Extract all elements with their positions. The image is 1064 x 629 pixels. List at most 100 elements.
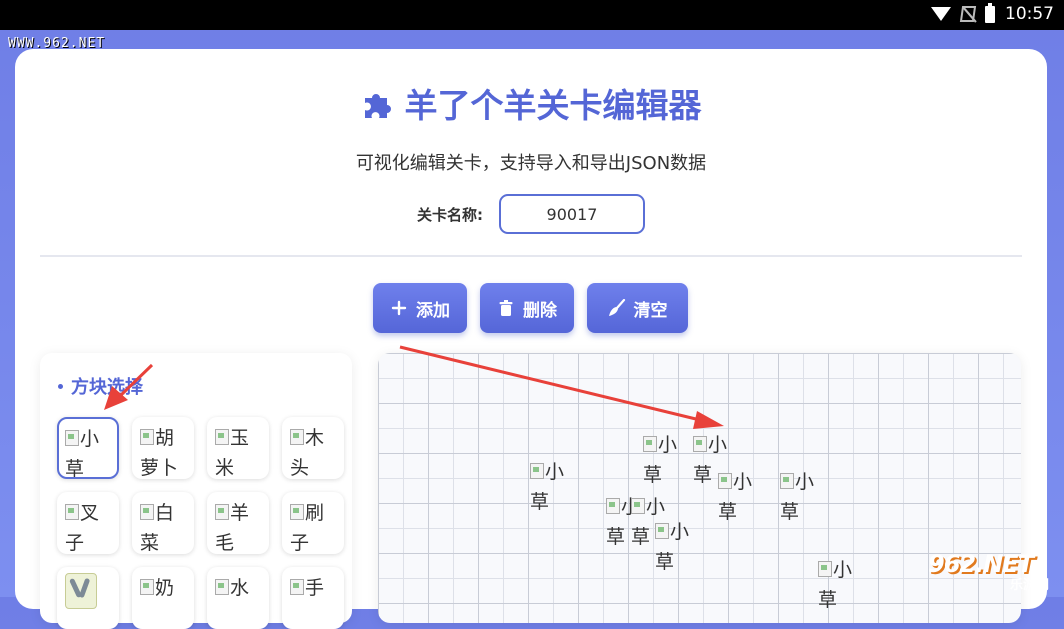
broken-image-icon (290, 429, 304, 445)
placed-block[interactable]: 小草 (718, 467, 770, 527)
page-subtitle: 可视化编辑关卡，支持导入和导出JSON数据 (355, 153, 707, 174)
level-name-row: 关卡名称: (15, 194, 1047, 234)
editor-card: 羊了个羊关卡编辑器 可视化编辑关卡，支持导入和导出JSON数据 关卡名称: 添加… (15, 49, 1047, 629)
block-tile[interactable]: 羊毛 (207, 492, 269, 554)
block-tile[interactable]: 木头 (282, 417, 344, 479)
trash-icon (499, 300, 513, 316)
broken-image-icon (215, 429, 229, 445)
placed-label: 草 (631, 526, 651, 548)
block-tiles: 小草 胡萝卜 玉米 木头 叉子 白菜 羊毛 刷子 奶 水 手 (57, 417, 344, 629)
tile-label: 木 (305, 427, 325, 449)
tile-label: 子 (65, 532, 85, 554)
broken-image-icon (215, 579, 229, 595)
watermark-sub: 乐游网 (1010, 578, 1050, 593)
level-board[interactable]: 小草 小草 小草 小草 小草 小草 小草 小草 小草 (378, 353, 1021, 623)
tile-label: 草 (65, 458, 85, 480)
broken-image-icon (643, 436, 657, 452)
status-time: 10:57 (1005, 4, 1054, 24)
broken-image-icon (140, 579, 154, 595)
block-panel-title: 方块选择 (58, 373, 143, 399)
placed-block[interactable]: 小草 (780, 467, 832, 527)
broken-image-icon (65, 504, 79, 520)
broken-image-icon (140, 504, 154, 520)
level-name-input[interactable] (499, 194, 645, 234)
block-panel: 方块选择 小草 胡萝卜 玉米 木头 叉子 白菜 羊毛 刷子 奶 水 手 (40, 353, 352, 629)
broken-image-icon (655, 523, 669, 539)
puzzle-icon (364, 94, 391, 118)
block-tile[interactable]: 水 (207, 567, 269, 629)
placed-label: 小 (708, 434, 728, 456)
tile-label: 菜 (140, 532, 160, 554)
page-title: 羊了个羊关卡编辑器 (404, 86, 702, 125)
status-bar: 10:57 (0, 0, 1064, 30)
tile-label: 白 (155, 502, 175, 524)
broken-image-icon (718, 473, 732, 489)
placed-label: 草 (530, 491, 550, 513)
broken-image-icon (818, 561, 832, 577)
placed-label: 小 (733, 471, 753, 493)
broken-image-icon (693, 436, 707, 452)
tile-label: 小 (80, 428, 100, 450)
scissors-icon (65, 573, 97, 609)
block-tile[interactable] (57, 567, 119, 629)
broken-image-icon (780, 473, 794, 489)
block-tile[interactable]: 小草 (57, 417, 119, 480)
battery-icon (985, 2, 995, 23)
block-tile[interactable]: 玉米 (207, 417, 269, 479)
tile-label: 叉 (80, 502, 100, 524)
tile-label: 手 (305, 577, 325, 599)
tile-label: 米 (215, 457, 235, 479)
placed-block[interactable]: 小草 (530, 457, 582, 517)
placed-label: 草 (718, 501, 738, 523)
block-tile[interactable]: 白菜 (132, 492, 194, 554)
tile-label: 玉 (230, 427, 250, 449)
placed-label: 小 (658, 434, 678, 456)
placed-label: 小 (795, 471, 815, 493)
plus-icon (391, 300, 407, 316)
broken-image-icon (290, 579, 304, 595)
broken-image-icon (631, 498, 645, 514)
placed-label: 草 (818, 589, 838, 611)
block-tile[interactable]: 叉子 (57, 492, 119, 554)
placed-block[interactable]: 小草 (818, 555, 870, 615)
placed-block[interactable]: 小草 (643, 430, 695, 490)
add-button-label: 添加 (416, 300, 450, 321)
broken-image-icon (140, 429, 154, 445)
tile-label: 毛 (215, 532, 235, 554)
tile-label: 水 (230, 577, 250, 599)
placed-block[interactable]: 小草 (655, 517, 707, 577)
placed-label: 草 (606, 526, 626, 548)
broken-image-icon (606, 498, 620, 514)
level-name-label: 关卡名称: (417, 205, 483, 224)
tile-label: 子 (290, 532, 310, 554)
clear-button[interactable]: 清空 (587, 283, 688, 333)
bullet-dot (58, 383, 63, 389)
no-sim-icon (959, 6, 977, 22)
placed-label: 草 (693, 464, 713, 486)
placed-label: 小 (545, 461, 565, 483)
placed-label: 小 (646, 496, 666, 518)
broken-image-icon (65, 430, 79, 446)
block-tile[interactable]: 刷子 (282, 492, 344, 554)
divider (40, 255, 1022, 257)
tile-label: 胡 (155, 427, 175, 449)
tile-label: 羊 (230, 502, 250, 524)
broken-image-icon (290, 504, 304, 520)
tile-label: 头 (290, 457, 310, 479)
placed-label: 草 (655, 551, 675, 573)
tile-label: 奶 (155, 577, 175, 599)
tile-label: 萝卜 (140, 457, 179, 479)
toolbar: 添加 删除 清空 (373, 283, 688, 333)
block-panel-title-text: 方块选择 (71, 377, 143, 398)
delete-button[interactable]: 删除 (480, 283, 574, 333)
block-tile[interactable]: 奶 (132, 567, 194, 629)
delete-button-label: 删除 (523, 300, 557, 321)
placed-label: 草 (643, 464, 663, 486)
broken-image-icon (530, 463, 544, 479)
add-button[interactable]: 添加 (373, 283, 467, 333)
block-tile[interactable]: 手 (282, 567, 344, 629)
broom-icon (608, 299, 625, 316)
block-tile[interactable]: 胡萝卜 (132, 417, 194, 479)
placed-label: 小 (670, 521, 690, 543)
broken-image-icon (215, 504, 229, 520)
